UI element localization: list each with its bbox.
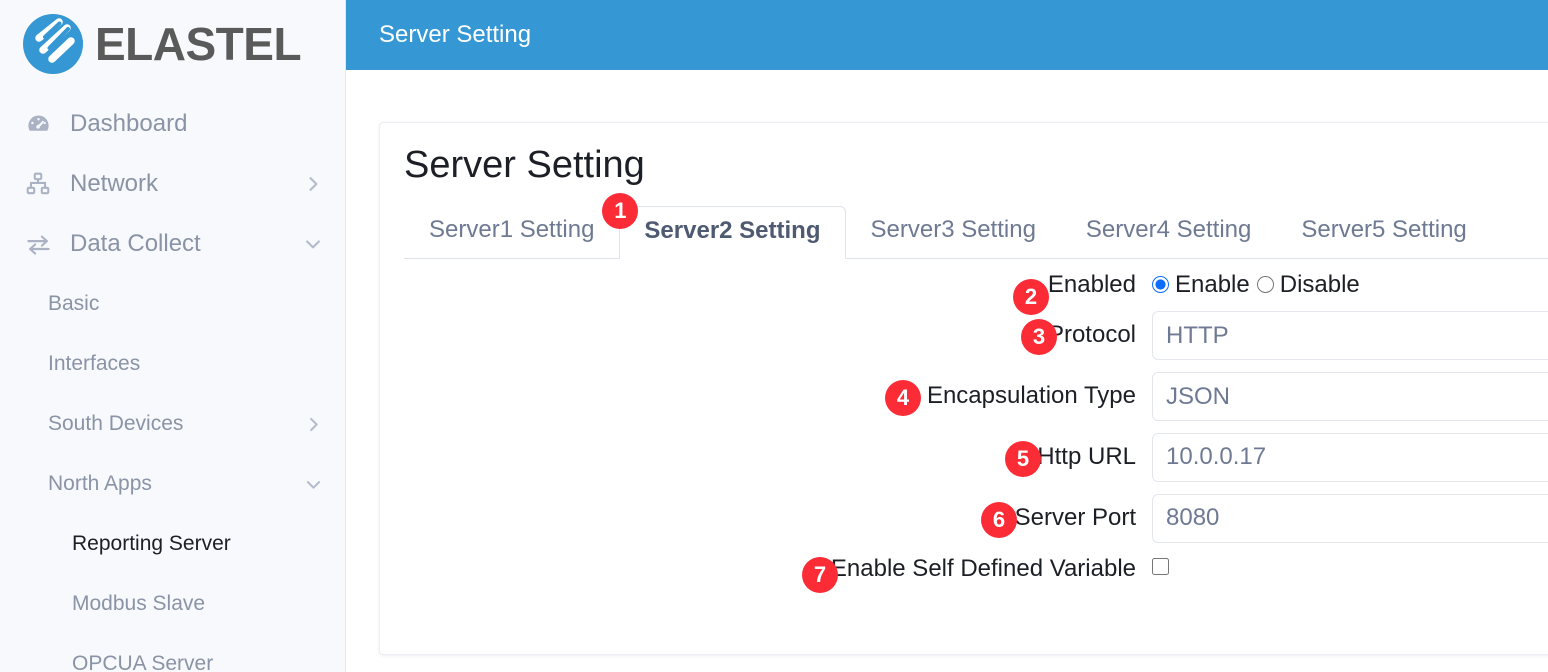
encapsulation-type-select[interactable]: JSON bbox=[1152, 371, 1548, 421]
encapsulation-type-select-wrap: JSON bbox=[1152, 371, 1548, 421]
sidebar-nav: Dashboard Network Data Collect Basic Int… bbox=[0, 88, 345, 672]
chevron-down-icon bbox=[303, 234, 323, 254]
server-port-label: Server Port bbox=[1014, 504, 1136, 532]
chevron-right-icon bbox=[304, 415, 323, 434]
sidebar-item-data-collect[interactable]: Data Collect bbox=[0, 214, 345, 274]
callout-badge-4: 4 bbox=[885, 379, 921, 416]
tab-server5-setting[interactable]: Server5 Setting bbox=[1276, 205, 1491, 258]
sidebar-item-opcua-server[interactable]: OPCUA Server bbox=[0, 634, 345, 672]
protocol-row: 3 Protocol HTTP bbox=[404, 310, 1548, 360]
server-port-input[interactable] bbox=[1152, 493, 1548, 543]
sidebar-item-label: Reporting Server bbox=[72, 532, 231, 555]
enable-radio[interactable] bbox=[1152, 276, 1169, 294]
self-defined-variable-label: Enable Self Defined Variable bbox=[830, 554, 1136, 582]
sidebar-item-interfaces[interactable]: Interfaces bbox=[0, 334, 345, 394]
sitemap-icon bbox=[22, 169, 54, 199]
sidebar-item-network[interactable]: Network bbox=[0, 154, 345, 214]
server-setting-form: 2 Enabled Enable Disable 3 Protocol HTTP… bbox=[404, 259, 1548, 593]
enable-radio-label: Enable bbox=[1175, 270, 1250, 298]
tab-label: Server1 Setting bbox=[429, 216, 595, 243]
exchange-icon bbox=[22, 229, 54, 259]
sidebar: ELASTEL Dashboard Network Data Collect B… bbox=[0, 0, 346, 672]
disable-radio-option[interactable]: Disable bbox=[1256, 270, 1360, 299]
disable-radio[interactable] bbox=[1256, 276, 1274, 294]
main-content: Server Setting Server Setting Server1 Se… bbox=[346, 0, 1548, 672]
http-url-field-wrap bbox=[1152, 432, 1548, 482]
encapsulation-type-row: 4 Encapsulation Type JSON bbox=[404, 371, 1548, 421]
tab-server4-setting[interactable]: Server4 Setting bbox=[1061, 205, 1276, 258]
tab-label: Server5 Setting bbox=[1301, 216, 1467, 243]
self-defined-variable-row: 7 Enable Self Defined Variable bbox=[404, 554, 1548, 593]
brand-name: ELASTEL bbox=[95, 18, 302, 70]
disable-radio-label: Disable bbox=[1279, 270, 1360, 298]
server-tabs: Server1 Setting Server2 Setting 1 Server… bbox=[404, 193, 1548, 259]
tab-server3-setting[interactable]: Server3 Setting bbox=[846, 205, 1061, 258]
enabled-radio-group: Enable Disable bbox=[1152, 271, 1360, 299]
self-defined-variable-checkbox-wrap bbox=[1152, 557, 1169, 580]
callout-badge-2: 2 bbox=[1013, 278, 1049, 315]
sidebar-item-label: Dashboard bbox=[70, 110, 188, 137]
sidebar-item-north-apps[interactable]: North Apps bbox=[0, 454, 345, 514]
sidebar-item-label: Basic bbox=[48, 292, 100, 315]
self-defined-variable-checkbox[interactable] bbox=[1152, 557, 1169, 575]
tab-label: Server2 Setting bbox=[644, 217, 821, 244]
callout-badge-3: 3 bbox=[1021, 318, 1057, 355]
tab-server2-setting[interactable]: Server2 Setting 1 bbox=[602, 193, 846, 259]
sidebar-item-dashboard[interactable]: Dashboard bbox=[0, 94, 345, 154]
sidebar-item-label: OPCUA Server bbox=[72, 652, 214, 672]
sidebar-item-basic[interactable]: Basic bbox=[0, 274, 345, 334]
chevron-right-icon bbox=[303, 174, 323, 194]
sidebar-item-label: Modbus Slave bbox=[72, 592, 206, 615]
protocol-select-wrap: HTTP bbox=[1152, 310, 1548, 360]
sidebar-item-label: South Devices bbox=[48, 412, 184, 435]
tab-server1-setting[interactable]: Server1 Setting bbox=[404, 205, 619, 258]
tab-label: Server3 Setting bbox=[870, 216, 1036, 243]
callout-badge-7: 7 bbox=[802, 556, 838, 593]
tab-label: Server4 Setting bbox=[1085, 216, 1252, 243]
sidebar-item-reporting-server[interactable]: Reporting Server bbox=[0, 514, 345, 574]
server-port-row: 6 Server Port bbox=[404, 493, 1548, 543]
dashboard-icon bbox=[22, 109, 54, 139]
sidebar-item-label: Data Collect bbox=[70, 230, 201, 257]
app-root: ELASTEL Dashboard Network Data Collect B… bbox=[0, 0, 1548, 672]
callout-badge-6: 6 bbox=[981, 501, 1017, 538]
chevron-down-icon bbox=[304, 475, 323, 494]
callout-badge-5: 5 bbox=[1005, 440, 1041, 477]
protocol-select[interactable]: HTTP bbox=[1152, 310, 1548, 360]
page-header-bar: Server Setting bbox=[346, 0, 1548, 70]
sidebar-item-south-devices[interactable]: South Devices bbox=[0, 394, 345, 454]
page-title: Server Setting bbox=[404, 144, 645, 186]
brand-logo[interactable]: ELASTEL bbox=[0, 0, 345, 88]
enabled-row: 2 Enabled Enable Disable bbox=[404, 271, 1548, 315]
sidebar-item-label: Network bbox=[70, 170, 159, 197]
http-url-input[interactable] bbox=[1152, 432, 1548, 482]
http-url-row: 5 Http URL bbox=[404, 432, 1548, 482]
elastel-logo-icon bbox=[19, 10, 87, 78]
sidebar-item-modbus-slave[interactable]: Modbus Slave bbox=[0, 574, 345, 634]
server-port-field-wrap bbox=[1152, 493, 1548, 543]
encapsulation-type-label: Encapsulation Type bbox=[926, 382, 1136, 410]
page-header-title: Server Setting bbox=[379, 21, 532, 48]
enable-radio-option[interactable]: Enable bbox=[1152, 271, 1250, 299]
callout-badge-1: 1 bbox=[602, 193, 639, 229]
sidebar-item-label: Interfaces bbox=[48, 352, 141, 375]
sidebar-item-label: North Apps bbox=[48, 472, 152, 495]
server-setting-card: Server Setting Server1 Setting Server2 S… bbox=[379, 122, 1548, 655]
